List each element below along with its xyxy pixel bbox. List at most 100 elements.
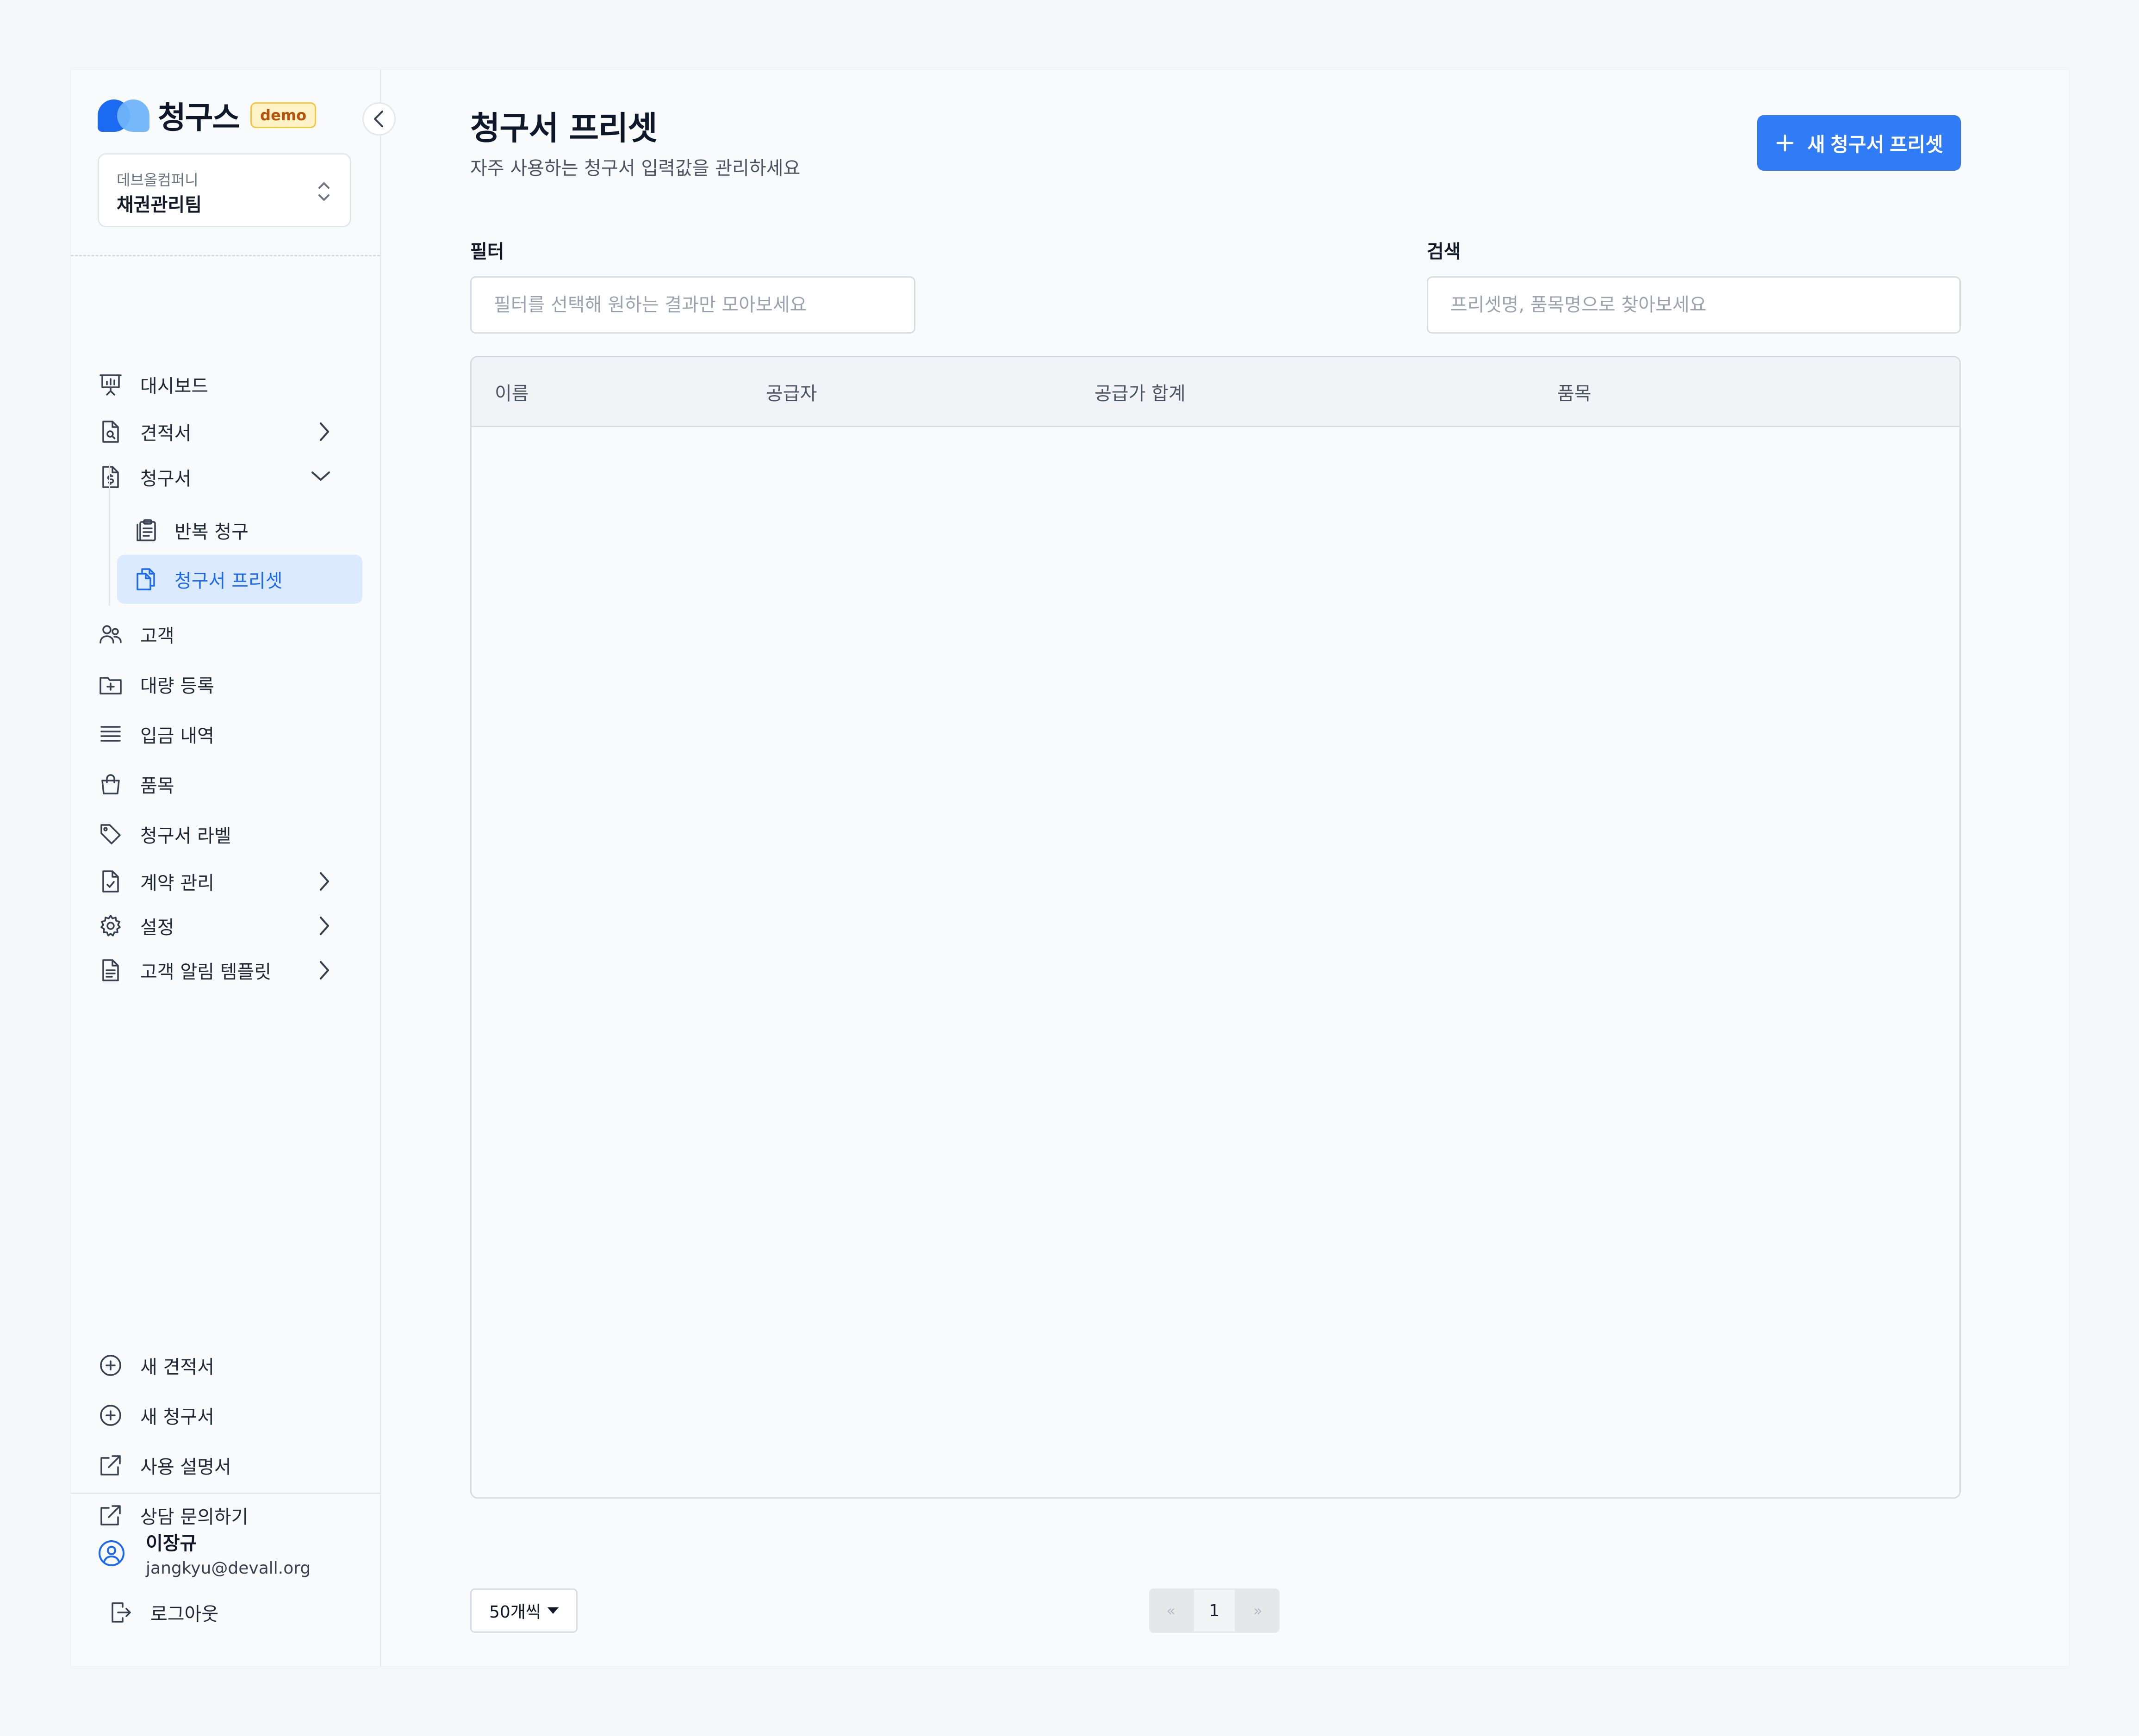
- sidebar-item-invoice-labels[interactable]: 청구서 라벨: [98, 816, 351, 853]
- sidebar-item-label: 대량 등록: [140, 676, 214, 697]
- main-content: 청구서 프리셋 자주 사용하는 청구서 입력값을 관리하세요 새 청구서 프리셋…: [380, 70, 2069, 1666]
- presets-table: 이름 공급자 공급가 합계 품목: [470, 356, 1961, 1499]
- sidebar-item-label: 청구서: [140, 468, 192, 490]
- sidebar-item-quotes[interactable]: 견적서: [98, 413, 351, 450]
- logout-icon: [108, 1600, 134, 1625]
- last-page-button[interactable]: »: [1236, 1588, 1280, 1633]
- document-duplicate-icon: [133, 566, 159, 592]
- sidebar-item-products[interactable]: 품목: [98, 766, 351, 803]
- page-size-value: 50개씩: [489, 1603, 541, 1622]
- caret-down-icon: [547, 1607, 559, 1614]
- org-team: 채권관리팀: [117, 194, 202, 216]
- sidebar-item-contracts[interactable]: 계약 관리: [98, 863, 351, 900]
- chevron-right-icon: [320, 961, 329, 980]
- filter-input[interactable]: [470, 276, 915, 334]
- quick-manual-link[interactable]: 사용 설명서: [98, 1447, 351, 1484]
- shopping-bag-icon: [98, 771, 124, 797]
- sidebar-item-label: 입금 내역: [140, 725, 214, 747]
- chevron-up-down-icon: [318, 182, 330, 201]
- column-header-name[interactable]: 이름: [495, 378, 529, 405]
- column-header-total[interactable]: 공급가 합계: [1094, 378, 1186, 405]
- user-circle-icon: [98, 1539, 125, 1567]
- tag-icon: [98, 821, 124, 847]
- sidebar-item-label: 견적서: [140, 423, 192, 444]
- column-header-items[interactable]: 품목: [1557, 378, 1592, 405]
- user-profile[interactable]: 이장규 jangkyu@devall.org: [98, 1528, 311, 1578]
- org-company: 데브올컴퍼니: [117, 171, 199, 189]
- demo-badge: demo: [250, 102, 317, 128]
- first-page-button[interactable]: «: [1149, 1588, 1193, 1633]
- page-title: 청구서 프리셋: [470, 109, 658, 147]
- sidebar-footer-divider: [71, 1493, 380, 1494]
- page-subtitle: 자주 사용하는 청구서 입력값을 관리하세요: [470, 158, 801, 179]
- collapse-sidebar-button[interactable]: [362, 102, 396, 136]
- clipboard-icon: [133, 517, 159, 543]
- org-selector[interactable]: 데브올컴퍼니 채권관리팀: [98, 153, 351, 227]
- quick-new-invoice[interactable]: 새 청구서: [98, 1397, 351, 1434]
- sidebar-item-customers[interactable]: 고객: [98, 616, 351, 653]
- user-email: jangkyu@devall.org: [146, 1559, 311, 1578]
- sidebar-item-label: 품목: [140, 775, 174, 797]
- sidebar: 청구스 demo 데브올컴퍼니 채권관리팀 대시보드 견적서 청구서 반복 청구…: [71, 70, 396, 1666]
- new-invoice-preset-button[interactable]: 새 청구서 프리셋: [1757, 115, 1961, 171]
- quick-label: 상담 문의하기: [140, 1507, 249, 1528]
- document-dollar-icon: [98, 464, 124, 490]
- sidebar-item-invoice-presets[interactable]: 청구서 프리셋: [117, 555, 362, 604]
- sidebar-item-label: 고객 알림 템플릿: [140, 961, 272, 983]
- page-button-current[interactable]: 1: [1193, 1588, 1236, 1633]
- sidebar-divider: [71, 255, 380, 256]
- chevron-right-icon: [320, 422, 329, 441]
- search-label: 검색: [1427, 241, 1461, 262]
- plus-circle-icon: [98, 1402, 124, 1428]
- chevron-right-icon: [320, 872, 329, 891]
- user-name: 이장규: [146, 1533, 197, 1554]
- sidebar-item-notify-templates[interactable]: 고객 알림 템플릿: [98, 952, 351, 989]
- sidebar-item-label: 고객: [140, 626, 174, 647]
- pagination: « 1 »: [1149, 1588, 1280, 1633]
- sidebar-item-bulk-register[interactable]: 대량 등록: [98, 666, 351, 703]
- sidebar-item-label: 설정: [140, 917, 174, 938]
- search-input[interactable]: [1427, 276, 1961, 334]
- logout-button[interactable]: 로그아웃: [108, 1594, 361, 1631]
- chevron-down-icon: [311, 471, 330, 481]
- button-label: 새 청구서 프리셋: [1807, 133, 1943, 155]
- logout-label: 로그아웃: [150, 1604, 219, 1625]
- column-header-supplier[interactable]: 공급자: [766, 378, 817, 405]
- sidebar-item-recurring[interactable]: 반복 청구: [117, 506, 362, 555]
- logo-mark-icon: [98, 98, 149, 133]
- chevron-left-icon: [374, 111, 383, 127]
- sidebar-item-label: 반복 청구: [174, 521, 249, 543]
- sidebar-item-settings[interactable]: 설정: [98, 907, 351, 944]
- gear-icon: [98, 913, 124, 939]
- document-text-icon: [98, 957, 124, 983]
- sidebar-item-deposits[interactable]: 입금 내역: [98, 716, 351, 753]
- sidebar-item-label: 청구서 프리셋: [174, 570, 283, 592]
- quick-label: 새 청구서: [140, 1407, 214, 1428]
- page-size-select[interactable]: 50개씩: [470, 1588, 578, 1633]
- quick-label: 새 견적서: [140, 1357, 214, 1378]
- sidebar-item-dashboard[interactable]: 대시보드: [98, 366, 351, 403]
- folder-plus-icon: [98, 671, 124, 697]
- list-lines-icon: [98, 721, 124, 747]
- external-link-icon: [98, 1452, 124, 1478]
- plus-circle-icon: [98, 1352, 124, 1378]
- document-search-icon: [98, 419, 124, 445]
- table-body: [472, 426, 1959, 1497]
- app-window: 청구스 demo 데브올컴퍼니 채권관리팀 대시보드 견적서 청구서 반복 청구…: [70, 69, 2070, 1667]
- sidebar-item-label: 청구서 라벨: [140, 825, 231, 847]
- logo[interactable]: 청구스 demo: [98, 97, 317, 136]
- quick-label: 사용 설명서: [140, 1457, 231, 1478]
- presentation-chart-icon: [98, 372, 124, 397]
- quick-new-quote[interactable]: 새 견적서: [98, 1347, 351, 1384]
- sidebar-item-label: 대시보드: [140, 376, 209, 397]
- external-link-icon: [98, 1502, 124, 1528]
- submenu-guide-line: [109, 463, 110, 606]
- sidebar-item-label: 계약 관리: [140, 873, 214, 894]
- table-header: 이름 공급자 공급가 합계 품목: [472, 357, 1959, 427]
- plus-icon: [1775, 133, 1795, 153]
- chevron-right-icon: [320, 917, 329, 935]
- document-check-icon: [98, 868, 124, 894]
- logo-text: 청구스: [158, 100, 240, 136]
- users-icon: [98, 621, 124, 647]
- sidebar-item-invoices[interactable]: 청구서: [98, 459, 351, 496]
